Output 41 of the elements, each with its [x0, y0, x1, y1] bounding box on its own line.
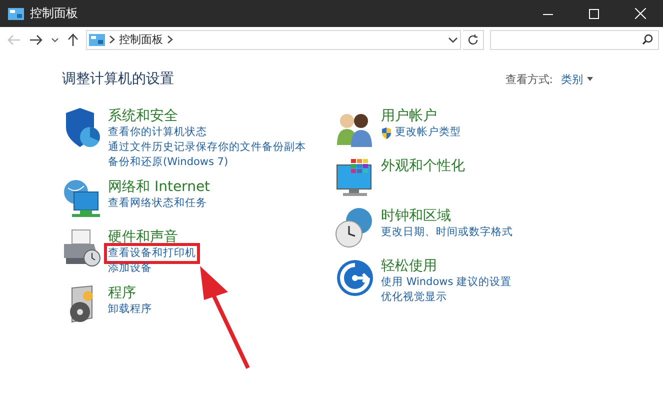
category-title-link[interactable]: 用户帐户 — [381, 107, 437, 125]
search-field[interactable] — [490, 30, 659, 50]
refresh-icon — [466, 34, 479, 46]
breadcrumb[interactable]: 控制面板 — [119, 32, 163, 47]
uac-shield-icon — [381, 126, 392, 138]
search-icon — [642, 34, 653, 45]
page-heading: 调整计算机的设置 — [62, 70, 174, 88]
control-panel-icon — [8, 8, 24, 20]
category-title-link[interactable]: 系统和安全 — [108, 107, 178, 125]
chevron-down-icon — [51, 36, 59, 42]
up-arrow-icon — [67, 32, 79, 46]
chevron-right-icon — [167, 35, 173, 44]
window-title: 控制面板 — [30, 5, 78, 22]
ease-of-access-icon — [335, 257, 375, 299]
category-title-link[interactable]: 硬件和声音 — [108, 228, 178, 246]
task-link[interactable]: 更改帐户类型 — [377, 122, 465, 143]
close-icon — [634, 8, 646, 19]
task-link[interactable]: 备份和还原(Windows 7) — [104, 152, 232, 173]
address-bar[interactable]: 控制面板 — [86, 30, 461, 50]
task-link[interactable]: 查看网络状态和任务 — [104, 193, 211, 214]
category-title-link[interactable]: 网络和 Internet — [108, 178, 210, 196]
task-link[interactable]: 优化视觉显示 — [377, 287, 451, 308]
back-arrow-icon — [7, 34, 21, 46]
maximize-icon — [589, 8, 599, 18]
control-panel-icon — [89, 34, 105, 46]
refresh-button[interactable] — [462, 30, 484, 50]
globe-clock-icon — [335, 207, 375, 249]
caret-icon — [587, 77, 593, 81]
category-title-link[interactable]: 外观和个性化 — [381, 157, 465, 175]
task-link[interactable]: 查看设备和打印机 — [104, 243, 200, 264]
task-link[interactable]: 更改日期、时间或数字格式 — [377, 222, 517, 243]
chevron-down-icon — [448, 36, 458, 44]
chevron-right-icon — [109, 35, 115, 44]
category-title-link[interactable]: 轻松使用 — [381, 257, 437, 275]
category-title-link[interactable]: 程序 — [108, 284, 136, 302]
globe-monitor-icon — [62, 178, 102, 220]
forward-arrow-icon — [29, 34, 43, 46]
view-by-label: 查看方式: — [505, 72, 553, 86]
view-by-dropdown[interactable]: 类别 — [561, 72, 593, 86]
task-link[interactable]: 卸载程序 — [104, 299, 156, 320]
category-title-link[interactable]: 时钟和区域 — [381, 207, 451, 225]
